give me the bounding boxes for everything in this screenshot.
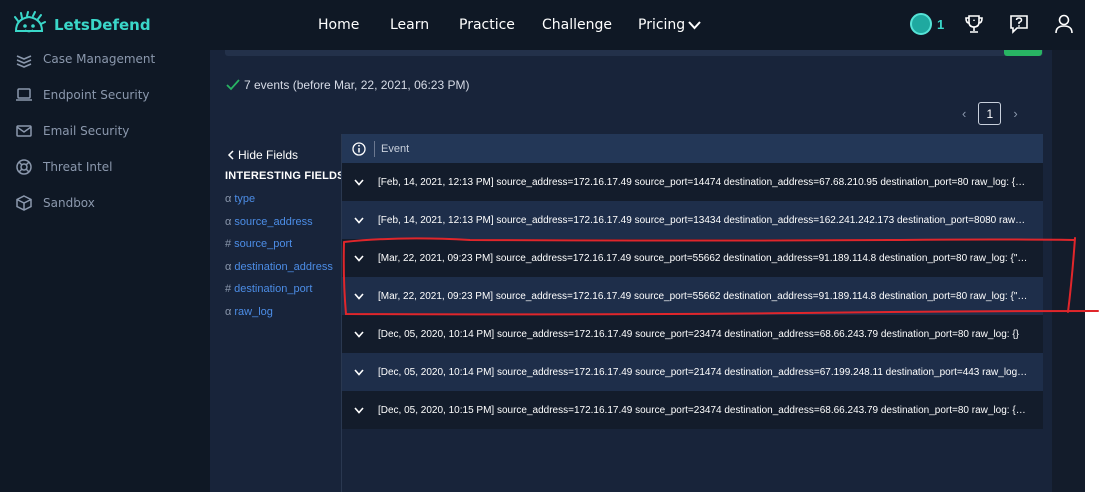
search-bar[interactable] <box>225 50 1043 56</box>
avatar-badge-icon <box>910 13 932 35</box>
nav-practice[interactable]: Practice <box>459 17 515 33</box>
table-row[interactable]: [Dec, 05, 2020, 10:15 PM] source_address… <box>342 391 1043 429</box>
events-summary: 7 events (before Mar, 22, 2021, 06:23 PM… <box>226 78 469 92</box>
table-row[interactable]: [Dec, 05, 2020, 10:14 PM] source_address… <box>342 353 1043 391</box>
table-row[interactable]: [Dec, 05, 2020, 10:14 PM] source_address… <box>342 315 1043 353</box>
hide-fields-label: Hide Fields <box>238 148 299 162</box>
nav-challenge[interactable]: Challenge <box>542 17 612 33</box>
sidebar-item-sandbox[interactable]: Sandbox <box>15 194 95 212</box>
info-icon[interactable] <box>352 141 366 156</box>
chevron-down-icon[interactable] <box>354 254 364 262</box>
field-source-address[interactable]: α source_address <box>225 216 313 228</box>
search-button[interactable] <box>1004 50 1042 56</box>
field-name: destination_port <box>234 283 313 295</box>
chevron-down-icon <box>688 21 701 30</box>
chevron-down-icon[interactable] <box>354 216 364 224</box>
field-name: source_port <box>234 238 293 250</box>
profile-button[interactable] <box>1053 13 1075 40</box>
field-destination-port[interactable]: # destination_port <box>225 283 312 295</box>
nav-learn[interactable]: Learn <box>390 17 429 33</box>
sidebar-item-label: Email Security <box>43 124 130 138</box>
nav-pricing-label: Pricing <box>638 17 686 33</box>
sidebar-item-endpoint-security[interactable]: Endpoint Security <box>15 86 150 104</box>
brand-name: LetsDefend <box>54 16 151 34</box>
field-name: source_address <box>234 216 313 228</box>
chevron-down-icon[interactable] <box>354 178 364 186</box>
interesting-fields-title: INTERESTING FIELDS <box>225 170 345 182</box>
field-name: type <box>234 193 256 205</box>
sidebar-item-label: Endpoint Security <box>43 88 150 102</box>
field-type-glyph: α <box>225 261 232 273</box>
hide-fields-button[interactable]: Hide Fields <box>227 148 298 162</box>
table-row[interactable]: [Feb, 14, 2021, 12:13 PM] source_address… <box>342 163 1043 201</box>
chevron-down-icon[interactable] <box>354 330 364 338</box>
table-header: Event <box>342 134 1043 163</box>
field-type-glyph: # <box>225 283 232 295</box>
field-source-port[interactable]: # source_port <box>225 238 292 250</box>
field-type-glyph: α <box>225 306 232 318</box>
table-row[interactable]: [Feb, 14, 2021, 12:13 PM] source_address… <box>342 201 1043 239</box>
sidebar-item-label: Threat Intel <box>43 160 113 174</box>
sidebar-item-label: Sandbox <box>43 196 95 210</box>
laptop-icon <box>16 88 32 101</box>
chevron-down-icon[interactable] <box>354 292 364 300</box>
event-text: [Dec, 05, 2020, 10:14 PM] source_address… <box>378 366 1028 378</box>
table-row[interactable]: [Mar, 22, 2021, 09:23 PM] source_address… <box>342 277 1043 315</box>
field-name: raw_log <box>234 306 273 318</box>
event-text: [Dec, 05, 2020, 10:15 PM] source_address… <box>378 404 1028 416</box>
sidebar-item-label: Case Management <box>43 52 156 66</box>
top-navigation: LetsDefend Home Learn Practice Challenge… <box>0 0 1085 50</box>
next-page-button[interactable]: › <box>1013 106 1017 121</box>
trophy-icon <box>965 15 983 33</box>
chevron-left-icon <box>227 150 234 160</box>
column-header-event: Event <box>381 142 410 155</box>
sidebar-item-email-security[interactable]: Email Security <box>15 122 129 140</box>
check-icon <box>226 79 240 91</box>
badge-count: 1 <box>937 16 945 32</box>
question-bubble-icon <box>1010 15 1028 34</box>
hedgehog-logo-icon <box>14 11 46 33</box>
leaderboard-button[interactable] <box>963 13 985 40</box>
field-type-glyph: α <box>225 216 232 228</box>
chevron-down-icon[interactable] <box>354 406 364 414</box>
sidebar-item-case-management[interactable]: Case Management <box>15 50 155 68</box>
current-page[interactable]: 1 <box>978 102 1002 125</box>
envelope-icon <box>16 125 32 137</box>
sidebar-item-threat-intel[interactable]: Threat Intel <box>15 158 112 176</box>
event-text: [Dec, 05, 2020, 10:14 PM] source_address… <box>378 328 1020 340</box>
event-text: [Mar, 22, 2021, 09:23 PM] source_address… <box>378 290 1028 302</box>
search-results-panel: 7 events (before Mar, 22, 2021, 06:23 PM… <box>210 50 1052 492</box>
prev-page-button[interactable]: ‹ <box>962 106 966 121</box>
nav-home[interactable]: Home <box>318 17 359 33</box>
help-button[interactable] <box>1008 13 1030 40</box>
events-summary-text: 7 events (before Mar, 22, 2021, 06:23 PM… <box>244 78 470 92</box>
field-type-glyph: α <box>225 193 232 205</box>
field-raw-log[interactable]: α raw_log <box>225 306 273 318</box>
header-divider <box>374 140 375 157</box>
chevron-down-icon[interactable] <box>354 368 364 376</box>
cube-icon <box>16 195 32 211</box>
field-type[interactable]: α type <box>225 193 255 205</box>
layers-icon <box>16 55 32 68</box>
sidebar: Case Management Endpoint Security Email … <box>0 50 210 492</box>
events-table: Event [Feb, 14, 2021, 12:13 PM] source_a… <box>341 134 1043 492</box>
pagination: ‹ 1 › <box>962 102 1018 125</box>
field-destination-address[interactable]: α destination_address <box>225 261 333 273</box>
user-level-badge[interactable]: 1 <box>910 13 944 35</box>
fields-panel: Hide Fields INTERESTING FIELDS α type α so… <box>225 134 345 492</box>
field-type-glyph: # <box>225 238 232 250</box>
lifebuoy-icon <box>16 159 32 175</box>
nav-pricing[interactable]: Pricing <box>638 17 701 33</box>
brand-logo[interactable]: LetsDefend <box>12 11 151 39</box>
user-icon <box>1055 14 1073 34</box>
event-text: [Mar, 22, 2021, 09:23 PM] source_address… <box>378 252 1028 264</box>
field-name: destination_address <box>234 261 333 273</box>
app-window: LetsDefend Home Learn Practice Challenge… <box>0 0 1085 492</box>
event-text: [Feb, 14, 2021, 12:13 PM] source_address… <box>378 214 1028 226</box>
table-row[interactable]: [Mar, 22, 2021, 09:23 PM] source_address… <box>342 239 1043 277</box>
event-text: [Feb, 14, 2021, 12:13 PM] source_address… <box>378 176 1028 188</box>
